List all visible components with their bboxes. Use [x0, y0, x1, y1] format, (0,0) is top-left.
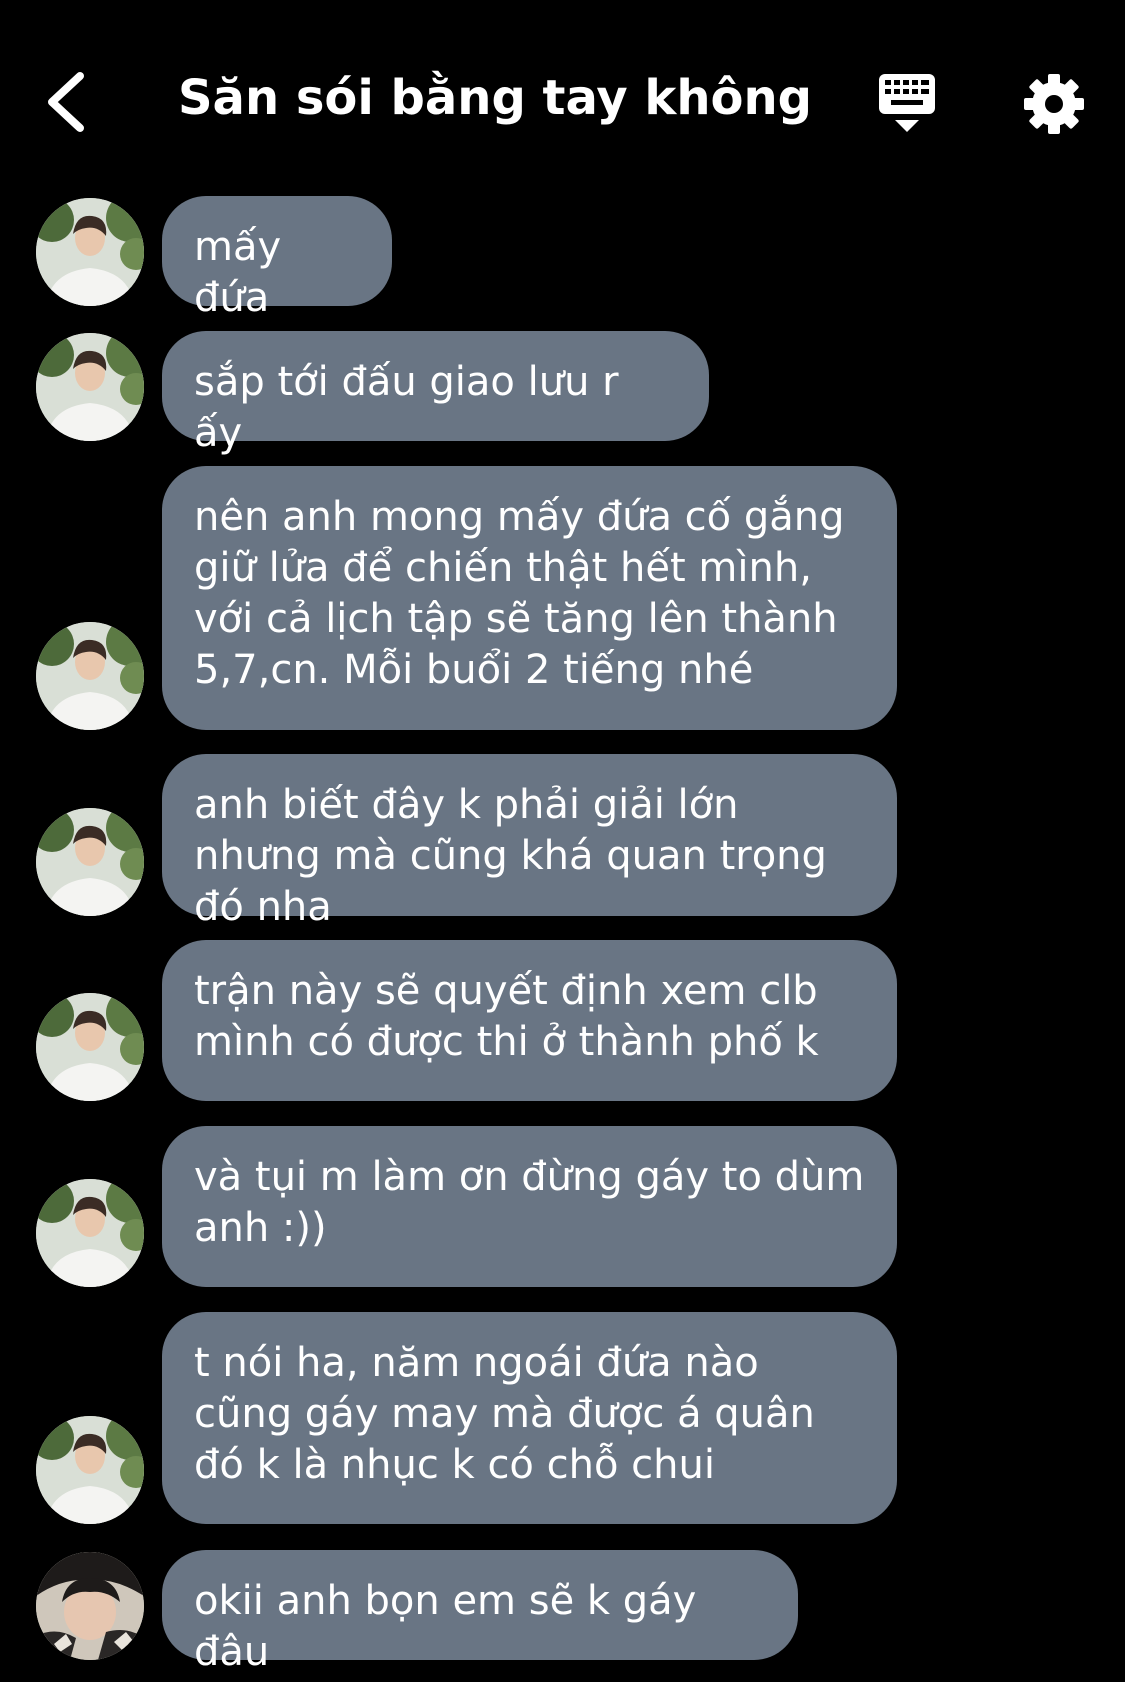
avatar[interactable] — [36, 808, 144, 916]
message-row: trận này sẽ quyết định xem clb mình có đ… — [0, 940, 1125, 1101]
avatar[interactable] — [36, 1416, 144, 1524]
avatar[interactable] — [36, 198, 144, 306]
avatar[interactable] — [36, 333, 144, 441]
avatar[interactable] — [36, 622, 144, 730]
message-row: t nói ha, năm ngoái đứa nào cũng gáy may… — [0, 1312, 1125, 1524]
message-bubble[interactable]: anh biết đây k phải giải lớn nhưng mà cũ… — [162, 754, 897, 930]
avatar[interactable] — [36, 1179, 144, 1287]
message-row: và tụi m làm ơn đừng gáy to dùm anh :)) — [0, 1126, 1125, 1287]
message-bubble[interactable]: t nói ha, năm ngoái đứa nào cũng gáy may… — [162, 1312, 897, 1524]
message-bubble[interactable]: okii anh bọn em sẽ k gáy đâu — [162, 1550, 798, 1675]
message-list: mấy đứa sắp tới đấu giao lưu r ấy nên an… — [0, 0, 1125, 1682]
message-row: okii anh bọn em sẽ k gáy đâu — [0, 1550, 1125, 1675]
message-row: sắp tới đấu giao lưu r ấy — [0, 331, 1125, 456]
message-bubble[interactable]: mấy đứa — [162, 196, 392, 321]
avatar[interactable] — [36, 993, 144, 1101]
message-bubble[interactable]: và tụi m làm ơn đừng gáy to dùm anh :)) — [162, 1126, 897, 1287]
message-row: mấy đứa — [0, 196, 1125, 321]
message-bubble[interactable]: trận này sẽ quyết định xem clb mình có đ… — [162, 940, 897, 1101]
message-row: nên anh mong mấy đứa cố gắng giữ lửa để … — [0, 466, 1125, 730]
message-row: anh biết đây k phải giải lớn nhưng mà cũ… — [0, 754, 1125, 930]
message-bubble[interactable]: sắp tới đấu giao lưu r ấy — [162, 331, 709, 456]
avatar[interactable] — [36, 1552, 144, 1660]
message-bubble[interactable]: nên anh mong mấy đứa cố gắng giữ lửa để … — [162, 466, 897, 730]
